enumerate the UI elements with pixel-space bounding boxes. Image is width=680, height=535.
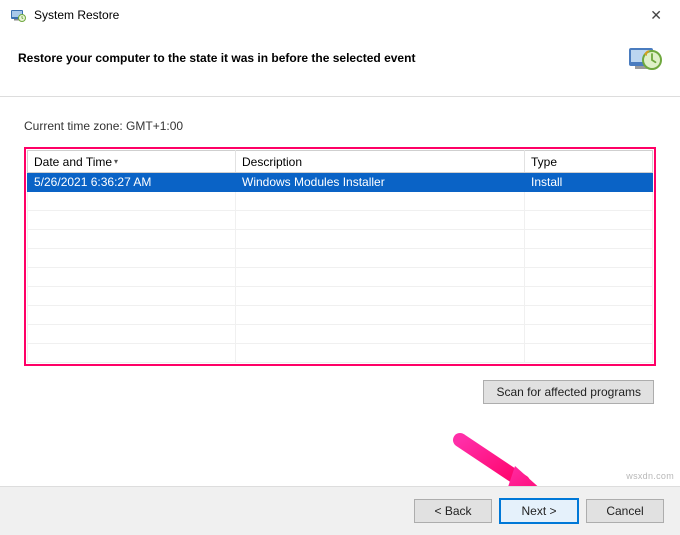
timezone-label: Current time zone: GMT+1:00 <box>24 119 656 133</box>
table-row[interactable]: 5/26/2021 6:36:27 AM Windows Modules Ins… <box>28 173 653 192</box>
table-row <box>28 344 653 363</box>
table-row <box>28 230 653 249</box>
table-row <box>28 306 653 325</box>
table-row <box>28 325 653 344</box>
page-heading: Restore your computer to the state it wa… <box>18 51 626 65</box>
scan-row: Scan for affected programs <box>24 380 656 404</box>
scan-affected-button[interactable]: Scan for affected programs <box>483 380 654 404</box>
restore-points-table-highlight: Date and Time▾ Description Type 5/26/202… <box>24 147 656 366</box>
watermark: wsxdn.com <box>626 471 674 481</box>
table-row <box>28 287 653 306</box>
window-title: System Restore <box>34 8 642 22</box>
table-row <box>28 249 653 268</box>
sort-descending-icon: ▾ <box>114 157 118 166</box>
table-row <box>28 192 653 211</box>
table-row <box>28 211 653 230</box>
system-restore-icon <box>10 7 26 23</box>
close-button[interactable]: ✕ <box>642 5 670 26</box>
table-row <box>28 268 653 287</box>
cancel-button[interactable]: Cancel <box>586 499 664 523</box>
column-header-description[interactable]: Description <box>236 151 525 173</box>
cell-description: Windows Modules Installer <box>236 173 525 192</box>
wizard-footer: < Back Next > Cancel <box>0 486 680 535</box>
column-header-type[interactable]: Type <box>525 151 653 173</box>
column-header-date[interactable]: Date and Time▾ <box>28 151 236 173</box>
cell-date: 5/26/2021 6:36:27 AM <box>28 173 236 192</box>
back-button[interactable]: < Back <box>414 499 492 523</box>
next-button[interactable]: Next > <box>500 499 578 523</box>
column-header-date-label: Date and Time <box>34 155 112 169</box>
titlebar: System Restore ✕ <box>0 0 680 28</box>
restore-point-icon <box>626 40 662 76</box>
restore-points-table[interactable]: Date and Time▾ Description Type 5/26/202… <box>27 150 653 363</box>
cell-type: Install <box>525 173 653 192</box>
wizard-header: Restore your computer to the state it wa… <box>0 28 680 96</box>
content-area: Current time zone: GMT+1:00 Date and Tim… <box>0 97 680 404</box>
